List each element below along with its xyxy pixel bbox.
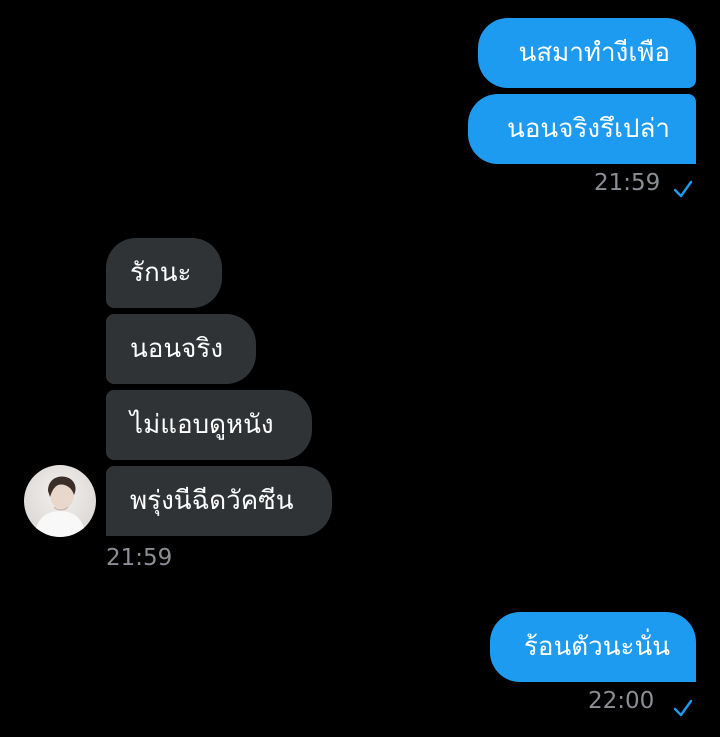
message-text: นอนจริงรึเปล่า [507,114,670,144]
outgoing-message[interactable]: นอนจริงรึเปล่า [468,94,696,164]
message-timestamp: 21:59 [106,545,173,571]
incoming-message[interactable]: พรุ่งนีฉีดวัคซีน [106,466,332,536]
read-check-icon [673,180,693,198]
outgoing-message[interactable]: ร้อนตัวนะนั่น [490,612,696,682]
incoming-message[interactable]: ไม่แอบดูหนัง [106,390,312,460]
avatar-image [24,465,96,537]
message-timestamp: 21:59 [594,170,661,196]
read-check-icon [673,699,693,717]
outgoing-message[interactable]: นสมาทำงีเพือ [478,18,696,88]
incoming-message[interactable]: นอนจริง [106,314,256,384]
contact-avatar[interactable] [24,465,96,537]
message-text: นอนจริง [130,334,224,364]
message-timestamp: 22:00 [588,688,655,714]
message-text: ร้อนตัวนะนั่น [523,632,670,662]
message-text: รักนะ [130,258,192,288]
message-text: ไม่แอบดูหนัง [130,410,274,440]
message-text: นสมาทำงีเพือ [518,38,670,68]
message-text: พรุ่งนีฉีดวัคซีน [130,486,294,516]
incoming-message[interactable]: รักนะ [106,238,222,308]
